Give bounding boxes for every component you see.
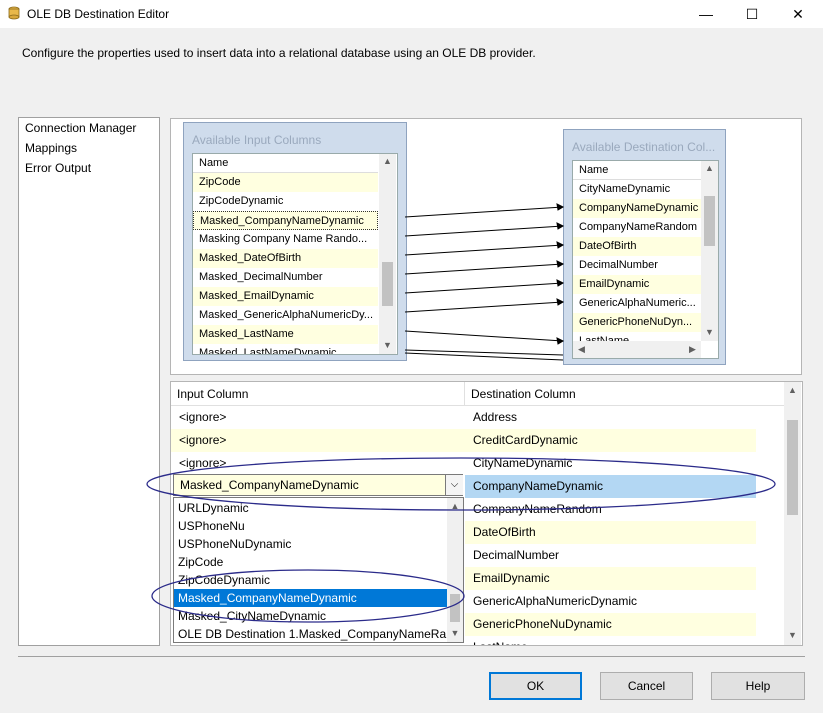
footer-separator [18,656,805,657]
annotation-ellipse [146,457,776,511]
help-button[interactable]: Help [711,672,805,700]
ok-button[interactable]: OK [489,672,582,700]
annotation-overlay [146,457,776,623]
annotation-ellipse [151,569,465,623]
cancel-button[interactable]: Cancel [600,672,693,700]
